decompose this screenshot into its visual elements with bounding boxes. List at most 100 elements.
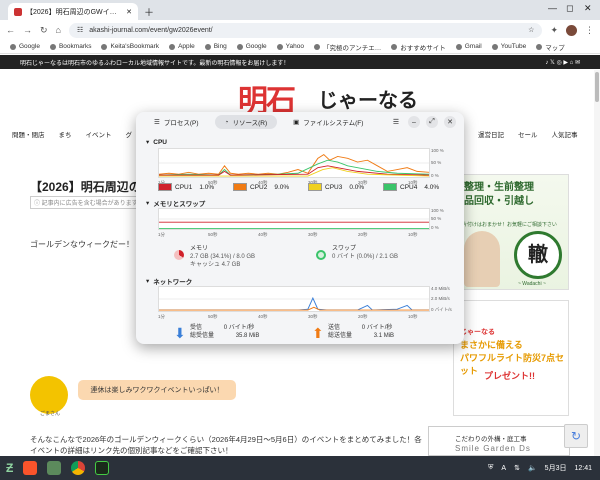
window-maximize-button[interactable]: ◻ [566, 3, 573, 14]
nav-item[interactable]: まち [59, 129, 72, 139]
send-arrow-icon: ⬆ [312, 325, 324, 341]
network-icon[interactable]: ⇅ [514, 464, 520, 472]
cpu-color-swatch[interactable] [308, 183, 322, 191]
bookmark-item[interactable]: Apple [169, 43, 195, 50]
chrome-icon[interactable] [71, 461, 86, 475]
site-logo-sub[interactable]: じゃーなる [318, 84, 418, 113]
bookmark-favicon-icon [101, 43, 108, 50]
bookmark-item[interactable]: YouTube [491, 43, 526, 50]
nav-item[interactable]: 人気記事 [552, 129, 578, 139]
swap-usage: 0 バイト (0.0%) / 2.1 GB [332, 254, 399, 260]
sysmon-minimize-button[interactable]: – [408, 116, 420, 128]
nav-item[interactable]: 運営日記 [478, 129, 504, 139]
window-close-button[interactable]: ✕ [584, 3, 592, 14]
expander-icon: ▾ [146, 200, 150, 207]
home-icon[interactable]: ⌂ [56, 25, 61, 35]
memory-section-header[interactable]: ▾ メモリとスワップ [146, 198, 205, 208]
recaptcha-icon[interactable]: ↻ [564, 424, 588, 448]
bookmark-label: Keita'sBookmark [110, 43, 160, 50]
tab-processes[interactable]: ☰ プロセス(P) [144, 115, 209, 129]
site-info-icon[interactable]: ☷ [77, 26, 83, 34]
bookmark-item[interactable]: Keita'sBookmark [101, 43, 159, 50]
volume-icon[interactable]: 🔈 [528, 464, 537, 472]
send-total: 3.1 MiB [373, 333, 395, 339]
window-minimize-button[interactable]: — [548, 3, 557, 13]
profile-avatar[interactable] [566, 24, 577, 36]
cpu-color-swatch[interactable] [233, 183, 247, 191]
nav-item[interactable]: 問題・閉店 [12, 129, 45, 139]
cpu-legend-item[interactable]: CPU1 1.0% [158, 183, 214, 191]
bookmark-label: Bookmarks [58, 43, 92, 50]
nav-item[interactable]: セール [518, 129, 538, 139]
cpu-value: 4.0% [424, 183, 440, 191]
memory-pie-icon[interactable] [174, 250, 184, 260]
back-icon[interactable]: ← [6, 25, 15, 35]
nav-item[interactable]: グ [126, 129, 133, 139]
scroll-thumb[interactable] [595, 72, 599, 102]
clock-date[interactable]: 5月3日 [545, 463, 567, 473]
sysmon-maximize-button[interactable]: ⤢ [426, 116, 438, 128]
bookmark-item[interactable]: おすすめサイト [391, 42, 446, 52]
swap-info: スワップ 0 バイト (0.0%) / 2.1 GB [332, 245, 398, 261]
bookmark-item[interactable]: Bing [204, 43, 227, 50]
bookmark-item[interactable]: 「究極のアンチエ… [314, 42, 381, 52]
forward-icon[interactable]: → [23, 25, 32, 35]
address-bar[interactable]: ☷ akashi-journal.com/event/gw2026event/ … [68, 22, 543, 38]
sysmon-close-button[interactable]: ✕ [444, 116, 456, 128]
ad2-line1: じゃーなる [460, 329, 495, 336]
browser-tab[interactable]: 【2026】明石周辺のGWイ… ✕ [8, 3, 138, 20]
cpu-name: CPU4 [400, 183, 418, 191]
shield-icon[interactable]: ⛨ [488, 464, 493, 472]
expander-icon: ▾ [146, 139, 150, 146]
tab-resources[interactable]: ◔ リソース(R) [214, 115, 278, 129]
ad-banner-cleanup[interactable]: 整理・生前整理 品回収・引越し 片付けはおまかせ！お気軽にご相談下さい 轍 ~ W… [453, 174, 569, 290]
new-tab-button[interactable]: ＋ [144, 4, 154, 19]
cpu-section-header[interactable]: ▾ CPU [146, 138, 167, 147]
ad1-person [464, 231, 500, 287]
cpu-color-swatch[interactable] [383, 183, 397, 191]
swap-pie-icon[interactable] [316, 250, 326, 260]
mem-ytick-100: 100 % [431, 208, 444, 213]
net-receive-info: 受信 0 バイト/秒 総受信量 35.8 MiB [190, 324, 259, 340]
keyboard-layout[interactable]: A [501, 465, 506, 472]
network-section-header[interactable]: ▾ ネットワーク [146, 276, 192, 286]
bookmark-item[interactable]: Yahoo [276, 43, 304, 50]
bookmarks-bar: Google Bookmarks Keita'sBookmark Apple Bing G… [0, 40, 600, 54]
bookmark-item[interactable]: Gmail [455, 43, 482, 50]
clock-time[interactable]: 12:41 [574, 465, 592, 472]
cpu-legend-item[interactable]: CPU3 0.0% [308, 183, 364, 191]
ad-notice: ⓘ 記事内に広告を含む場合があります [30, 196, 142, 209]
cpu-color-swatch[interactable] [158, 183, 172, 191]
ad-banner-disaster-kit[interactable]: じゃーなる まさかに備える パワフルライト防災7点セット プレゼント!! [453, 300, 569, 416]
bookmark-label: Google [245, 43, 267, 50]
cpu-legend-item[interactable]: CPU2 9.0% [233, 183, 289, 191]
tab-filesystems[interactable]: ▣ ファイルシステム(F) [283, 115, 373, 129]
url-text: akashi-journal.com/event/gw2026event/ [89, 26, 213, 34]
files-icon[interactable] [47, 461, 62, 475]
bookmark-item[interactable]: Google [236, 43, 267, 50]
bookmark-item[interactable]: マップ [536, 42, 565, 52]
nav-item[interactable]: イベント [86, 129, 112, 139]
sysmon-menu-button[interactable]: ☰ [390, 116, 402, 128]
taskbar: Ƶ ⛨ A ⇅ 🔈 5月3日 12:41 [0, 456, 600, 480]
bookmark-item[interactable]: Google [10, 43, 40, 50]
cpu-legend-item[interactable]: CPU4 4.0% [383, 183, 439, 191]
extension-icon[interactable]: ✦ [550, 25, 558, 36]
menu-launcher-icon[interactable]: Ƶ [6, 461, 13, 475]
social-icons[interactable]: ♪ 𝕏 ◎ ▶ ⌂ ✉ [545, 59, 580, 66]
bookmark-star-icon[interactable]: ☆ [528, 26, 534, 34]
bookmark-favicon-icon [236, 43, 243, 50]
bookmark-item[interactable]: Bookmarks [49, 43, 92, 50]
ad-banner-garden[interactable]: こだわりの外構・庭工事 Smile Garden Ds [428, 426, 570, 456]
time-axis-label: 1分 [158, 232, 166, 237]
bookmark-label: マップ [545, 44, 565, 52]
page-scrollbar[interactable] [594, 70, 600, 460]
net-send-info: 送信 0 バイト/秒 総送信量 3.1 MiB [328, 324, 394, 340]
brave-browser-icon[interactable] [23, 461, 38, 475]
system-monitor-taskbar-icon[interactable] [95, 461, 110, 475]
expander-icon: ▾ [146, 278, 150, 285]
reload-icon[interactable]: ↻ [40, 25, 48, 36]
menu-icon[interactable]: ⋮ [585, 25, 594, 36]
tab-close-icon[interactable]: ✕ [126, 8, 132, 16]
ad2-line2: まさかに備える [460, 340, 523, 350]
